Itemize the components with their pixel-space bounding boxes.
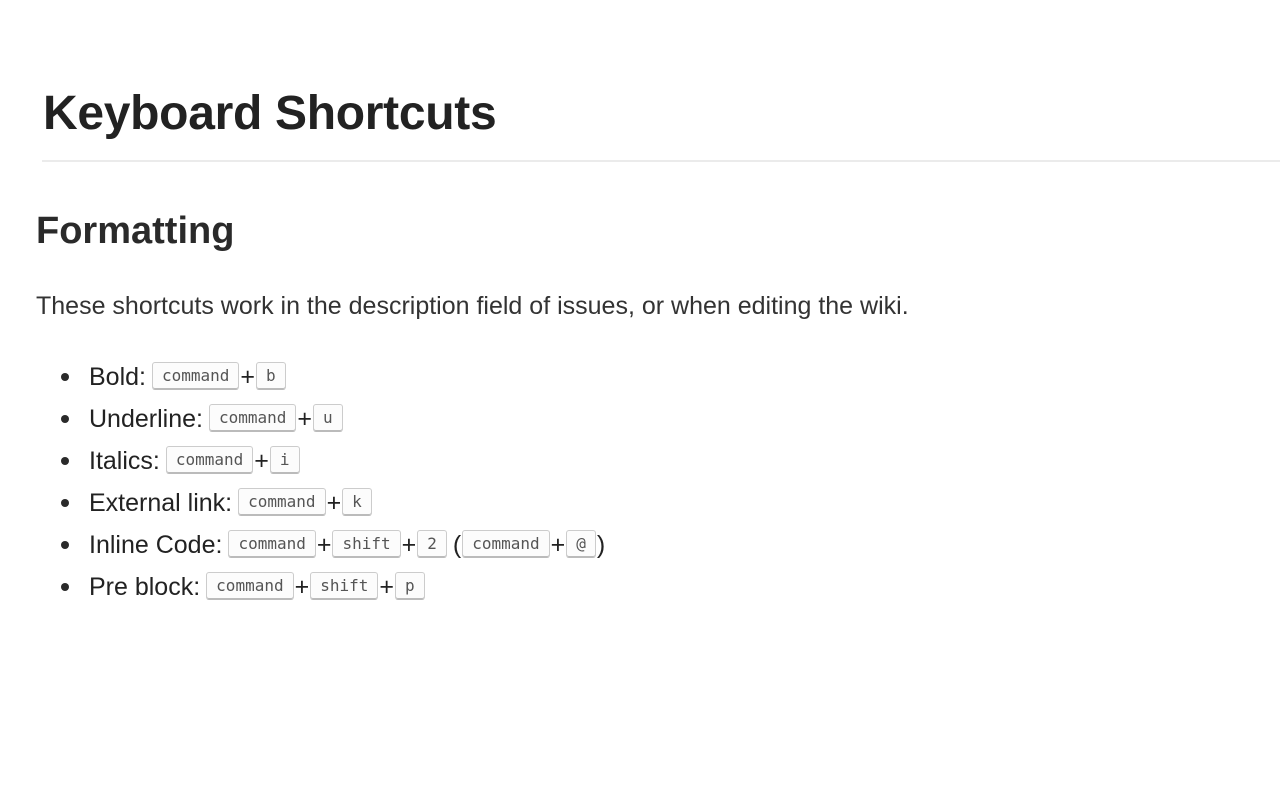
bullet-icon <box>61 583 69 591</box>
page-title: Keyboard Shortcuts <box>43 87 497 140</box>
key-at: @ <box>566 530 596 559</box>
bullet-icon <box>61 457 69 465</box>
key-command: command <box>151 362 240 391</box>
key-command: command <box>208 404 297 433</box>
key-u: u <box>313 404 343 433</box>
key-shift: shift <box>310 572 379 601</box>
key-p: p <box>395 572 425 601</box>
bullet-icon <box>61 415 69 423</box>
title-divider <box>42 160 1280 162</box>
key-command: command <box>462 530 550 559</box>
plus-sign: + <box>297 405 312 433</box>
shortcut-label: Bold: <box>89 363 146 391</box>
shortcut-item-external-link: External link: command + k <box>36 483 606 525</box>
paren-close: ) <box>596 531 606 559</box>
shortcut-item-italics: Italics: command + i <box>36 441 606 483</box>
key-command: command <box>165 446 254 475</box>
key-shift: shift <box>332 530 401 559</box>
key-command: command <box>206 572 294 601</box>
section-heading-formatting: Formatting <box>36 210 235 252</box>
plus-sign: + <box>254 447 269 475</box>
shortcut-label: External link: <box>89 489 233 517</box>
plus-sign: + <box>401 531 417 559</box>
plus-sign: + <box>379 573 394 601</box>
bullet-icon <box>61 541 69 549</box>
shortcut-item-inline-code: Inline Code: command + shift +2(command + @) <box>36 525 606 567</box>
plus-sign: + <box>240 363 256 391</box>
paren-open: ( <box>452 531 462 559</box>
key-k: k <box>342 488 372 517</box>
shortcut-item-pre-block: Pre block: command + shift + p <box>36 567 606 609</box>
shortcut-label: Inline Code: <box>89 531 223 559</box>
key-command: command <box>228 530 316 559</box>
bullet-icon <box>61 373 69 381</box>
shortcut-item-bold: Bold: command + b <box>36 357 606 399</box>
shortcut-label: Underline: <box>89 405 203 433</box>
shortcut-item-underline: Underline: command + u <box>36 399 606 441</box>
bullet-icon <box>61 499 69 507</box>
key-i: i <box>269 446 300 475</box>
shortcut-label: Pre block: <box>89 573 201 601</box>
shortcut-label: Italics: <box>89 447 160 475</box>
plus-sign: + <box>550 531 566 559</box>
section-intro: These shortcuts work in the description … <box>36 292 909 320</box>
plus-sign: + <box>326 489 342 517</box>
plus-sign: + <box>316 531 332 559</box>
key-b: b <box>256 362 286 391</box>
key-2: 2 <box>417 530 447 559</box>
shortcut-list: Bold: command + b Underline: command + u Itali… <box>36 357 606 609</box>
key-command: command <box>238 488 326 517</box>
plus-sign: + <box>294 573 310 601</box>
